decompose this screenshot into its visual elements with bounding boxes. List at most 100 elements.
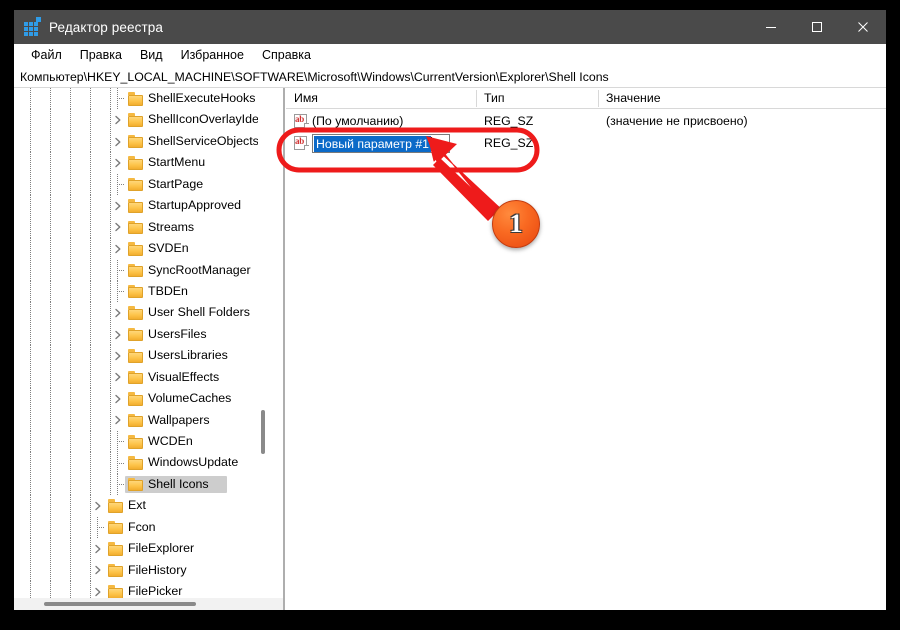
- title-bar: Редактор реестра: [14, 10, 886, 44]
- folder-icon: [128, 435, 144, 449]
- chevron-right-icon[interactable]: [111, 367, 125, 388]
- value-row-new[interactable]: ab Новый параметр #1 REG_SZ: [286, 132, 886, 154]
- tree-elbow-connector: [111, 173, 125, 195]
- chevron-right-icon[interactable]: [91, 581, 105, 598]
- registry-tree-pane: ShellExecuteHooks ShellIconOverlayIdent Sh…: [14, 88, 283, 610]
- menu-bar: Файл Правка Вид Избранное Справка: [14, 44, 886, 66]
- column-header-type[interactable]: Тип: [476, 88, 598, 109]
- registry-grid-icon: [24, 17, 41, 36]
- registry-values-pane: Имя Тип Значение ab (По умолчанию) REG_S…: [286, 88, 886, 610]
- folder-icon: [128, 392, 144, 406]
- chevron-right-icon[interactable]: [111, 110, 125, 131]
- menu-item-file[interactable]: Файл: [22, 46, 71, 64]
- tree-item-fileexplorer[interactable]: FileExplorer: [14, 538, 268, 560]
- folder-icon: [108, 563, 124, 578]
- tree-item-startpage[interactable]: StartPage: [14, 173, 268, 196]
- tree-item-label: WCDEn: [148, 434, 193, 448]
- menu-item-view[interactable]: Вид: [131, 46, 172, 64]
- chevron-right-icon[interactable]: [111, 131, 125, 152]
- value-name-selected-text[interactable]: Новый параметр #1: [314, 136, 432, 152]
- tree-item-label: ShellExecuteHooks: [148, 91, 256, 105]
- chevron-right-icon[interactable]: [111, 217, 125, 238]
- chevron-right-icon[interactable]: [111, 324, 125, 345]
- menu-item-help[interactable]: Справка: [253, 46, 320, 64]
- tree-item-label: StartupApproved: [148, 198, 241, 213]
- column-header-value[interactable]: Значение: [598, 88, 886, 109]
- folder-icon: [128, 134, 144, 149]
- folder-icon: [108, 585, 124, 598]
- chevron-right-icon[interactable]: [111, 388, 125, 409]
- value-name-edit-input[interactable]: Новый параметр #1: [312, 134, 450, 153]
- tree-item-user-shell-folders[interactable]: User Shell Folders: [14, 302, 268, 324]
- tree-vertical-scrollbar[interactable]: [258, 88, 268, 598]
- chevron-right-icon[interactable]: [91, 560, 105, 581]
- tree-item-visualeffects[interactable]: VisualEffects: [14, 366, 268, 389]
- tree-item-usersfiles[interactable]: UsersFiles: [14, 323, 268, 346]
- tree-item-syncrootmanager[interactable]: SyncRootManager: [14, 259, 268, 281]
- tree-item-wallpapers[interactable]: Wallpapers: [14, 409, 268, 431]
- chevron-right-icon[interactable]: [111, 345, 125, 366]
- tree-item-fcon[interactable]: Fcon: [14, 516, 268, 539]
- menu-item-favorites[interactable]: Избранное: [172, 46, 253, 64]
- chevron-right-icon[interactable]: [111, 195, 125, 216]
- chevron-right-icon[interactable]: [111, 410, 125, 431]
- column-header-name[interactable]: Имя: [286, 88, 476, 109]
- chevron-right-icon[interactable]: [111, 238, 125, 259]
- tree-item-filehistory[interactable]: FileHistory: [14, 559, 268, 582]
- tree-elbow-connector: [111, 259, 125, 281]
- registry-path-text: Компьютер\HKEY_LOCAL_MACHINE\SOFTWARE\Mi…: [20, 69, 609, 84]
- tree-horizontal-scrollbar[interactable]: [14, 598, 283, 610]
- tree-item-filepicker[interactable]: FilePicker: [14, 581, 268, 598]
- tree-item-label: Wallpapers: [148, 412, 210, 427]
- address-bar[interactable]: Компьютер\HKEY_LOCAL_MACHINE\SOFTWARE\Mi…: [14, 66, 886, 88]
- chevron-right-icon[interactable]: [91, 496, 105, 517]
- tree-item-streams[interactable]: Streams: [14, 216, 268, 239]
- tree-item-tbden[interactable]: TBDEn: [14, 280, 268, 303]
- chevron-right-icon[interactable]: [111, 303, 125, 324]
- maximize-icon: [812, 22, 822, 32]
- registry-tree: ShellExecuteHooks ShellIconOverlayIdent Sh…: [14, 88, 268, 598]
- value-data-default: (значение не присвоено): [606, 114, 748, 128]
- chevron-right-icon[interactable]: [111, 153, 125, 174]
- folder-icon: [128, 156, 144, 170]
- folder-icon: [128, 306, 144, 320]
- tree-item-ext[interactable]: Ext: [14, 495, 268, 517]
- tree-item-shell-icons[interactable]: Shell Icons: [14, 473, 268, 496]
- values-column-header: Имя Тип Значение: [286, 88, 886, 109]
- folder-icon: [128, 177, 144, 192]
- tree-item-label: SyncRootManager: [148, 262, 251, 277]
- value-row-default[interactable]: ab (По умолчанию) REG_SZ (значение не пр…: [286, 110, 886, 132]
- tree-horizontal-scroll-thumb[interactable]: [44, 602, 196, 606]
- folder-icon: [128, 113, 144, 127]
- folder-icon: [128, 477, 144, 492]
- content-panes: ShellExecuteHooks ShellIconOverlayIdent Sh…: [14, 88, 886, 610]
- tree-item-label: WindowsUpdate: [148, 455, 239, 470]
- tree-item-label: FilePicker: [128, 584, 183, 598]
- tree-item-svden[interactable]: SVDEn: [14, 238, 268, 260]
- menu-item-edit[interactable]: Правка: [71, 46, 131, 64]
- tree-item-volumecaches[interactable]: VolumeCaches: [14, 388, 268, 410]
- tree-item-wcden[interactable]: WCDEn: [14, 431, 268, 453]
- folder-icon: [128, 413, 144, 428]
- chevron-right-icon[interactable]: [91, 538, 105, 559]
- tree-elbow-connector: [111, 474, 125, 496]
- tree-item-windowsupdate[interactable]: WindowsUpdate: [14, 452, 268, 474]
- tree-item-label: ShellServiceObjects: [148, 133, 259, 148]
- tree-item-shelliconoverlayident[interactable]: ShellIconOverlayIdent: [14, 109, 268, 131]
- tree-item-shellexecutehooks[interactable]: ShellExecuteHooks: [14, 88, 268, 110]
- tree-item-startupapproved[interactable]: StartupApproved: [14, 195, 268, 217]
- folder-icon: [108, 542, 124, 556]
- tree-vertical-scroll-thumb[interactable]: [261, 410, 265, 454]
- folder-icon: [128, 370, 144, 385]
- tree-elbow-connector: [111, 88, 125, 110]
- maximize-button[interactable]: [794, 10, 840, 44]
- folder-icon: [128, 284, 144, 299]
- minimize-button[interactable]: [748, 10, 794, 44]
- tree-item-label: UsersFiles: [148, 326, 207, 341]
- tree-item-startmenu[interactable]: StartMenu: [14, 152, 268, 174]
- tree-item-shellserviceobjects[interactable]: ShellServiceObjects: [14, 130, 268, 153]
- window-title: Редактор реестра: [49, 19, 163, 35]
- tree-item-userslibraries[interactable]: UsersLibraries: [14, 345, 268, 367]
- close-button[interactable]: [840, 10, 886, 44]
- tree-item-label: StartPage: [148, 176, 204, 191]
